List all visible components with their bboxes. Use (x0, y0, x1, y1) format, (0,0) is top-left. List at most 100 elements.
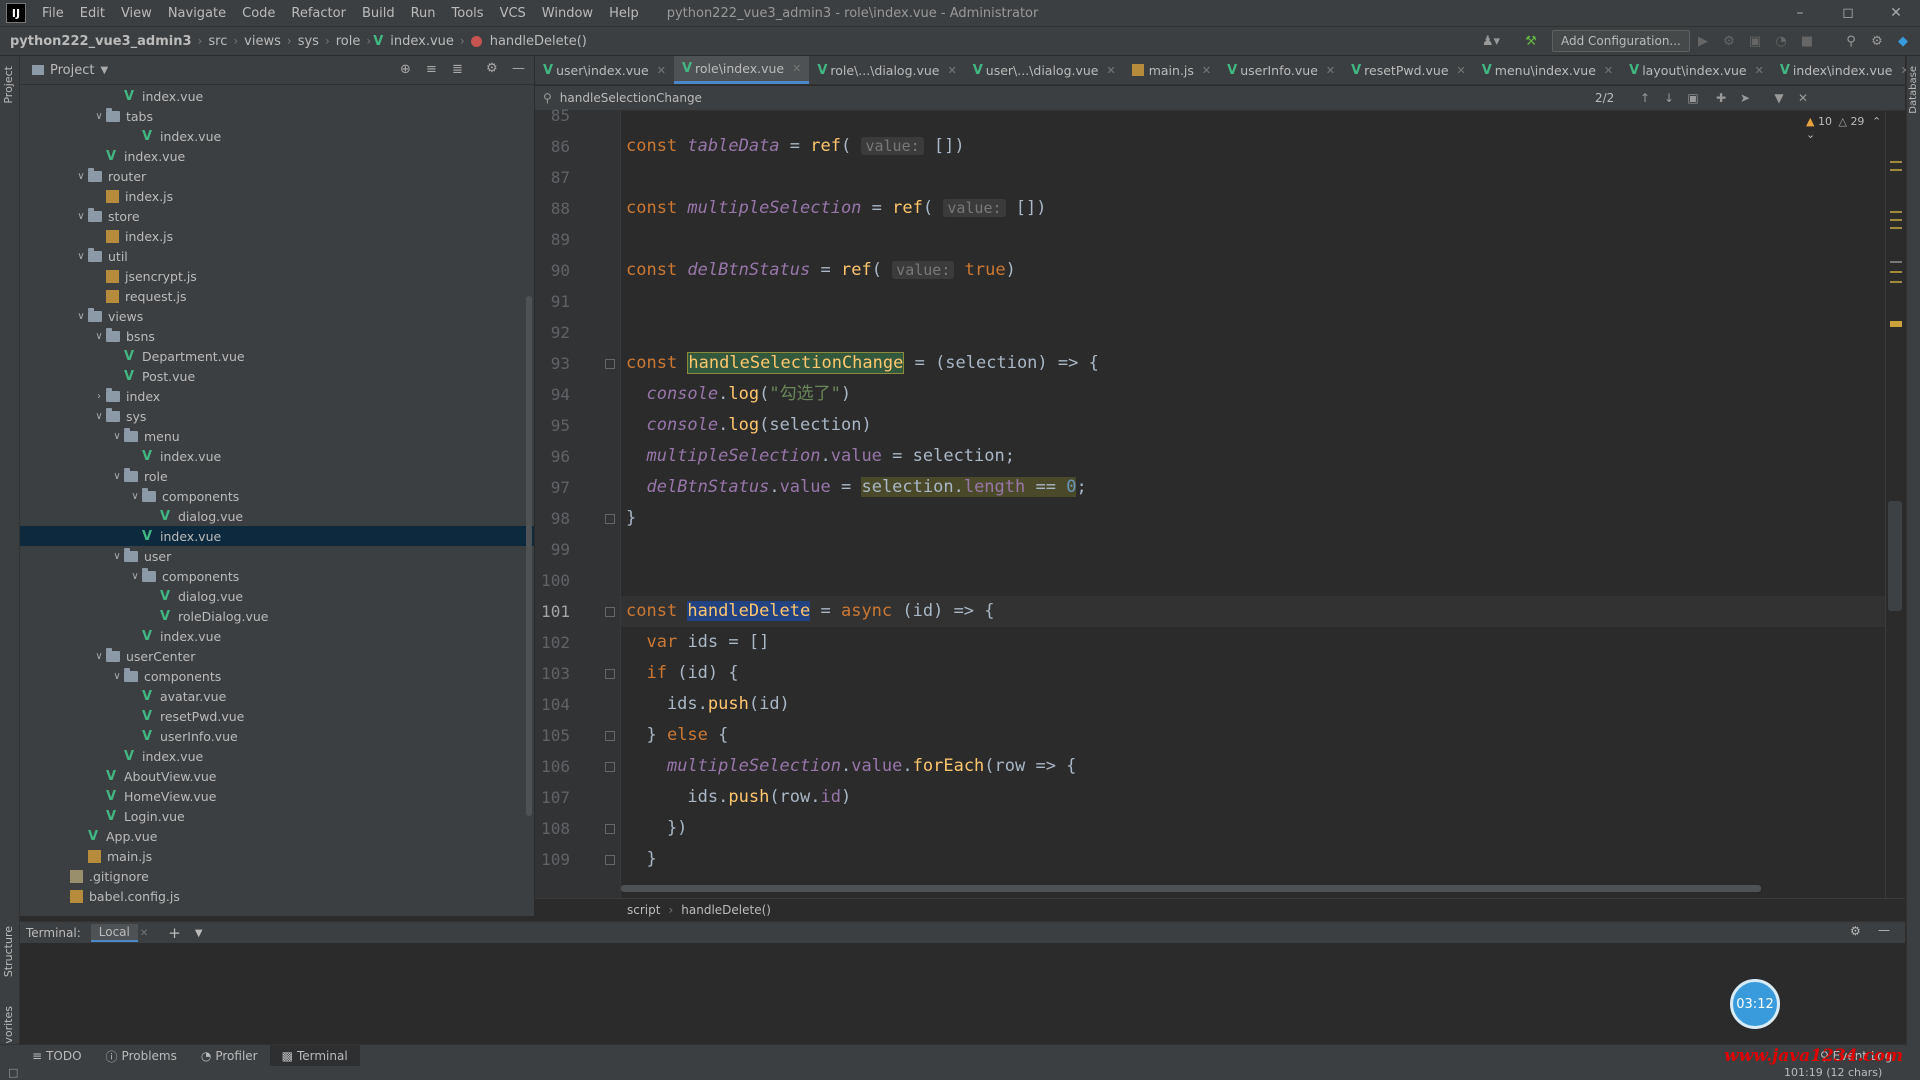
collapse-all-icon[interactable]: ≣ (452, 62, 463, 77)
tree-file[interactable]: jsencrypt.js (20, 266, 534, 286)
hide-panel-icon[interactable]: — (512, 61, 525, 76)
previous-occurrence-icon[interactable]: ↑ (1635, 88, 1655, 108)
tree-folder[interactable]: › index (20, 386, 534, 406)
terminal-body[interactable] (20, 943, 1905, 1043)
chevron-up-icon[interactable]: ⌃ (1872, 115, 1881, 128)
close-tab-icon[interactable]: ✕ (1326, 64, 1335, 77)
close-tab-icon[interactable]: ✕ (657, 64, 666, 77)
build-hammer-icon[interactable]: ⚒ (1518, 30, 1544, 52)
code-line[interactable]: } (626, 844, 656, 875)
new-terminal-icon[interactable]: + (168, 924, 181, 942)
structure-tool-label[interactable]: Structure (2, 926, 15, 977)
tree-file[interactable]: V Post.vue (20, 366, 534, 386)
menu-edit[interactable]: Edit (72, 6, 113, 21)
terminal-tab-local[interactable]: Local (90, 924, 138, 942)
breadcrumb-method[interactable]: handleDelete() (486, 34, 591, 49)
code-line[interactable]: multipleSelection.value = selection; (626, 441, 1015, 472)
tree-folder[interactable]: ∨ components (20, 666, 534, 686)
close-tab-icon[interactable]: ✕ (1457, 64, 1466, 77)
menu-view[interactable]: View (113, 6, 160, 21)
editor-tab[interactable]: Vrole\...\dialog.vue ✕ (809, 56, 964, 84)
breadcrumb-src[interactable]: src (204, 34, 231, 49)
code-line[interactable]: ids.push(id) (626, 689, 790, 720)
tree-file[interactable]: Vdialog.vue (20, 586, 534, 606)
tree-file[interactable]: .gitignore (20, 866, 534, 886)
code-line[interactable]: ids.push(row.id) (626, 782, 851, 813)
tree-file[interactable]: Vavatar.vue (20, 686, 534, 706)
database-tool-label[interactable]: Database (1908, 66, 1919, 114)
menu-build[interactable]: Build (354, 6, 403, 21)
code-line[interactable]: const multipleSelection = ref( value: []… (626, 193, 1046, 224)
tree-folder[interactable]: ∨ role (20, 466, 534, 486)
tree-folder[interactable]: ∨ components (20, 566, 534, 586)
breadcrumb-sys[interactable]: sys (294, 34, 323, 49)
chevron-down-icon[interactable]: ⌄ (1806, 128, 1815, 141)
tree-file[interactable]: V Login.vue (20, 806, 534, 826)
inspection-widget[interactable]: ▲ 10 △ 29 ⌃ ⌄ (1806, 115, 1885, 141)
breadcrumb-role[interactable]: role (332, 34, 365, 49)
plugin-icon[interactable]: ◆ (1890, 30, 1916, 52)
debug-icon[interactable]: ⚙ (1716, 30, 1742, 52)
expand-all-icon[interactable]: ≡ (426, 62, 437, 77)
chevron-down-icon[interactable]: ∨ (110, 431, 124, 442)
tree-file[interactable]: Vindex.vue (20, 626, 534, 646)
tree-folder[interactable]: ∨ userCenter (20, 646, 534, 666)
tree-folder[interactable]: ∨ util (20, 246, 534, 266)
close-tab-icon[interactable]: ✕ (1202, 64, 1211, 77)
coverage-icon[interactable]: ▣ (1742, 30, 1768, 52)
code-line[interactable]: if (id) { (626, 658, 738, 689)
code-line[interactable]: console.log(selection) (626, 410, 871, 441)
editor-tab[interactable]: Vindex\index.vue✕ (1772, 56, 1918, 84)
code-line[interactable]: const tableData = ref( value: []) (626, 131, 965, 162)
select-all-occurrences-icon[interactable]: ▣ (1683, 88, 1703, 108)
tree-file[interactable]: Vdialog.vue (20, 506, 534, 526)
tree-file[interactable]: V Department.vue (20, 346, 534, 366)
chevron-down-icon[interactable]: ∨ (74, 171, 88, 182)
chevron-down-icon[interactable]: ∨ (110, 671, 124, 682)
editor-tab[interactable]: VuserInfo.vue ✕ (1219, 56, 1343, 84)
editor-tab[interactable]: Vrole\index.vue ✕ (673, 56, 810, 84)
project-scrollbar[interactable] (526, 296, 532, 816)
tree-file[interactable]: main.js (20, 846, 534, 866)
chevron-down-icon[interactable]: ∨ (110, 471, 124, 482)
close-window-icon[interactable]: ✕ (1874, 0, 1918, 26)
editor-crumb-script[interactable]: script (627, 903, 660, 917)
project-tool-label[interactable]: Project (2, 66, 15, 104)
tree-folder[interactable]: ∨ views (20, 306, 534, 326)
editor-tab[interactable]: Vmenu\index.vue ✕ (1474, 56, 1621, 84)
code-line[interactable]: multipleSelection.value.forEach(row => { (626, 751, 1076, 782)
tree-file[interactable]: Vindex.vue (20, 126, 534, 146)
profiler-tool-button[interactable]: ◔ Profiler (189, 1049, 270, 1063)
tree-folder[interactable]: ∨ components (20, 486, 534, 506)
tree-file[interactable]: VuserInfo.vue (20, 726, 534, 746)
code-line[interactable]: delBtnStatus.value = selection.length ==… (626, 472, 1087, 503)
locate-file-icon[interactable]: ⊕ (400, 62, 411, 77)
profile-icon[interactable]: ◔ (1768, 30, 1794, 52)
fold-marker-icon[interactable] (605, 669, 615, 679)
chevron-down-icon[interactable]: ∨ (74, 311, 88, 322)
tree-folder[interactable]: ∨ sys (20, 406, 534, 426)
tree-folder[interactable]: ∨ store (20, 206, 534, 226)
tree-file[interactable]: index.js (20, 226, 534, 246)
search-input[interactable]: handleSelectionChange (560, 91, 702, 105)
chevron-down-icon[interactable]: ∨ (92, 651, 106, 662)
terminal-dropdown-icon[interactable]: ▼ (195, 928, 203, 939)
code-line[interactable]: } (626, 503, 636, 534)
tree-file[interactable]: babel.config.js (20, 886, 534, 906)
run-icon[interactable]: ▶ (1690, 30, 1716, 52)
terminal-hide-icon[interactable]: — (1878, 923, 1890, 937)
stop-icon[interactable]: ■ (1794, 30, 1820, 52)
code-line[interactable]: }) (626, 813, 687, 844)
tree-folder[interactable]: ∨ router (20, 166, 534, 186)
tree-file[interactable]: VresetPwd.vue (20, 706, 534, 726)
tree-file[interactable]: VroleDialog.vue (20, 606, 534, 626)
terminal-gear-icon[interactable]: ⚙ (1850, 924, 1861, 938)
tree-folder[interactable]: ∨ menu (20, 426, 534, 446)
menu-vcs[interactable]: VCS (492, 6, 534, 21)
close-search-icon[interactable]: ✕ (1793, 88, 1813, 108)
project-panel-title[interactable]: Project (50, 63, 94, 78)
menu-refactor[interactable]: Refactor (283, 6, 354, 21)
menu-run[interactable]: Run (403, 6, 444, 21)
editor-tab[interactable]: Vuser\...\dialog.vue ✕ (965, 56, 1124, 84)
chevron-down-icon[interactable]: ∨ (92, 411, 106, 422)
